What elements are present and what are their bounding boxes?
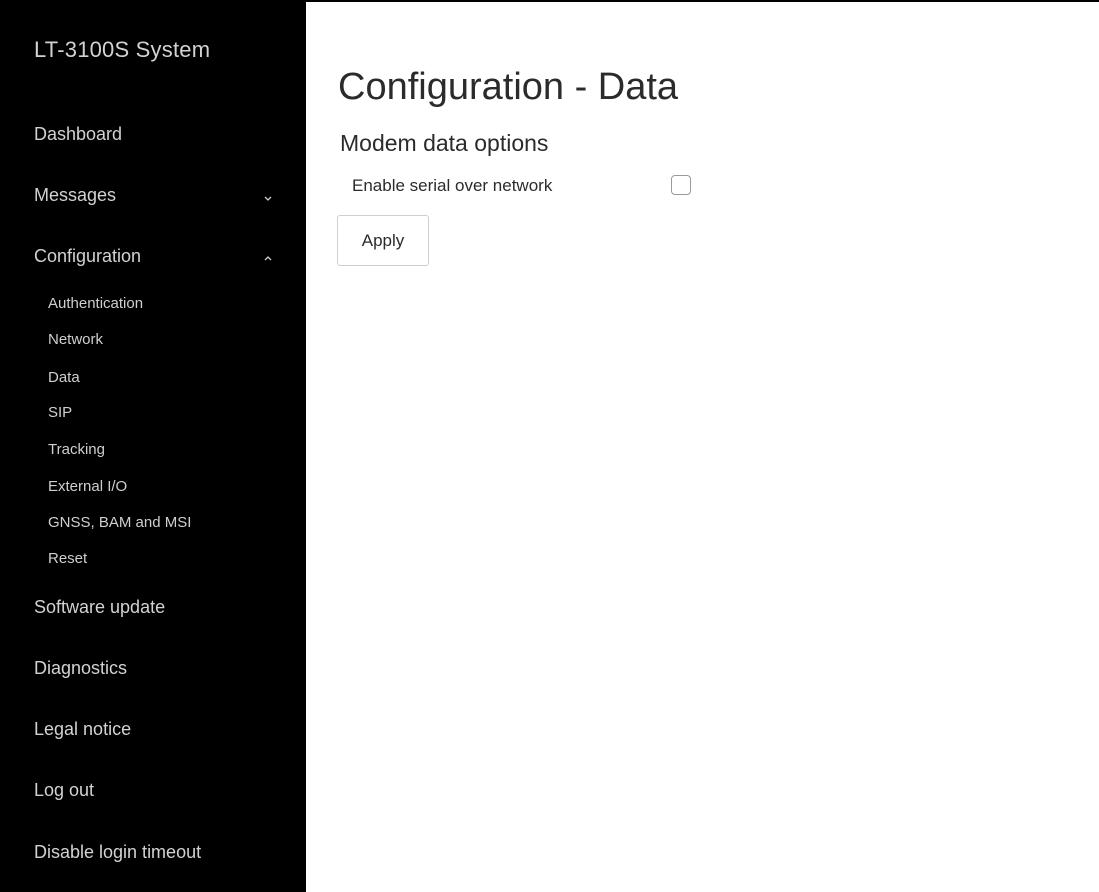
serial-over-network-checkbox[interactable]: [671, 175, 691, 195]
sidebar-subitem-tracking[interactable]: Tracking: [48, 441, 105, 458]
sidebar-subitem-reset[interactable]: Reset: [48, 550, 87, 567]
sidebar-subitem-network[interactable]: Network: [48, 331, 103, 348]
sidebar-subitem-gnss-bam-msi[interactable]: GNSS, BAM and MSI: [48, 514, 191, 531]
sidebar-item-software-update[interactable]: Software update: [34, 597, 165, 618]
sidebar-item-diagnostics[interactable]: Diagnostics: [34, 658, 127, 679]
sidebar-subitem-sip[interactable]: SIP: [48, 404, 72, 421]
chevron-up-icon[interactable]: [262, 252, 274, 264]
sidebar-subitem-data[interactable]: Data: [48, 369, 80, 386]
sidebar-item-dashboard[interactable]: Dashboard: [34, 124, 122, 145]
section-title: Modem data options: [340, 130, 549, 156]
sidebar-item-legal-notice[interactable]: Legal notice: [34, 719, 131, 740]
sidebar-item-messages[interactable]: Messages: [34, 185, 116, 206]
brand-title: LT-3100S System: [34, 37, 211, 62]
sidebar-subitem-authentication[interactable]: Authentication: [48, 295, 143, 312]
sidebar-item-label: Messages: [34, 185, 117, 205]
sidebar-item-log-out[interactable]: Log out: [34, 780, 94, 801]
page-title: Configuration - Data: [338, 66, 679, 108]
sidebar-item-configuration[interactable]: Configuration: [34, 246, 141, 267]
sidebar-item-label: Configuration: [34, 246, 142, 266]
apply-button[interactable]: Apply: [337, 215, 429, 266]
sidebar-subitem-external-io[interactable]: External I/O: [48, 478, 127, 495]
sidebar: LT-3100S System Dashboard Messages Confi…: [0, 0, 306, 892]
sidebar-item-disable-login-timeout[interactable]: Disable login timeout: [34, 842, 201, 863]
chevron-down-icon[interactable]: [262, 193, 274, 205]
serial-over-network-label: Enable serial over network: [352, 176, 553, 195]
